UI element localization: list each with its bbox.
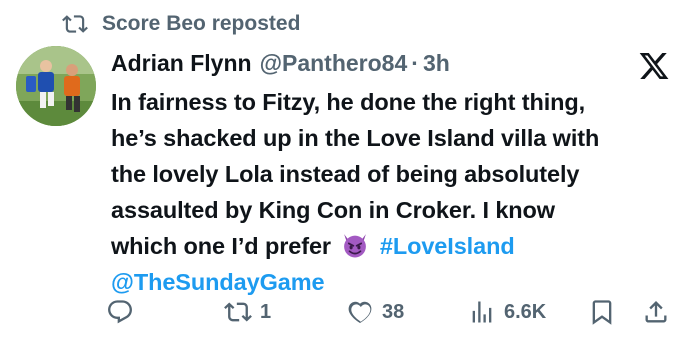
views-button[interactable]: 6.6K bbox=[468, 294, 546, 330]
repost-button[interactable]: 1 bbox=[224, 294, 271, 330]
tweet-line: which one I’d prefer #LoveIsland bbox=[111, 228, 676, 264]
like-button[interactable]: 38 bbox=[346, 294, 404, 330]
avatar[interactable] bbox=[16, 46, 96, 126]
repost-icon bbox=[224, 302, 252, 322]
tweet-line: he’s shacked up in the Love Island villa… bbox=[111, 125, 600, 151]
bookmark-button[interactable] bbox=[588, 294, 616, 330]
action-bar: 1 38 6.6K bbox=[106, 294, 672, 330]
like-count: 38 bbox=[382, 300, 405, 323]
mention-link[interactable]: @TheSundayGame bbox=[111, 269, 325, 295]
repost-icon bbox=[62, 15, 88, 33]
heart-icon bbox=[348, 301, 372, 324]
reposted-by-row[interactable]: Score Beo reposted bbox=[62, 10, 300, 38]
share-icon bbox=[645, 301, 667, 323]
tweet-line: assaulted by King Con in Croker. I know bbox=[111, 197, 555, 223]
repost-count: 1 bbox=[260, 300, 272, 323]
share-button[interactable] bbox=[642, 294, 670, 330]
author-name[interactable]: Adrian Flynn bbox=[111, 50, 252, 77]
separator-dot: · bbox=[411, 49, 419, 76]
timestamp[interactable]: 3h bbox=[423, 50, 450, 77]
hashtag-link[interactable]: #LoveIsland bbox=[380, 233, 515, 259]
tweet-line-text: which one I’d prefer bbox=[111, 233, 331, 259]
tweet-line: In fairness to Fitzy, he done the right … bbox=[111, 89, 586, 115]
smiling-devil-emoji-icon bbox=[344, 234, 367, 258]
tweet-line: the lovely Lola instead of being absolut… bbox=[111, 161, 580, 187]
avatar-image bbox=[16, 46, 96, 126]
bookmark-icon bbox=[592, 300, 612, 325]
views-count: 6.6K bbox=[504, 300, 547, 323]
reposted-by-label: Score Beo reposted bbox=[102, 12, 301, 35]
reply-icon bbox=[108, 300, 132, 324]
tweet-header: Adrian Flynn @Panthero84 · 3h bbox=[111, 46, 630, 80]
tweet-text: In fairness to Fitzy, he done the right … bbox=[111, 84, 676, 300]
author-handle[interactable]: @Panthero84 bbox=[260, 50, 408, 77]
reply-button[interactable] bbox=[106, 294, 134, 330]
x-logo-icon[interactable] bbox=[638, 50, 670, 82]
views-icon bbox=[472, 301, 492, 323]
